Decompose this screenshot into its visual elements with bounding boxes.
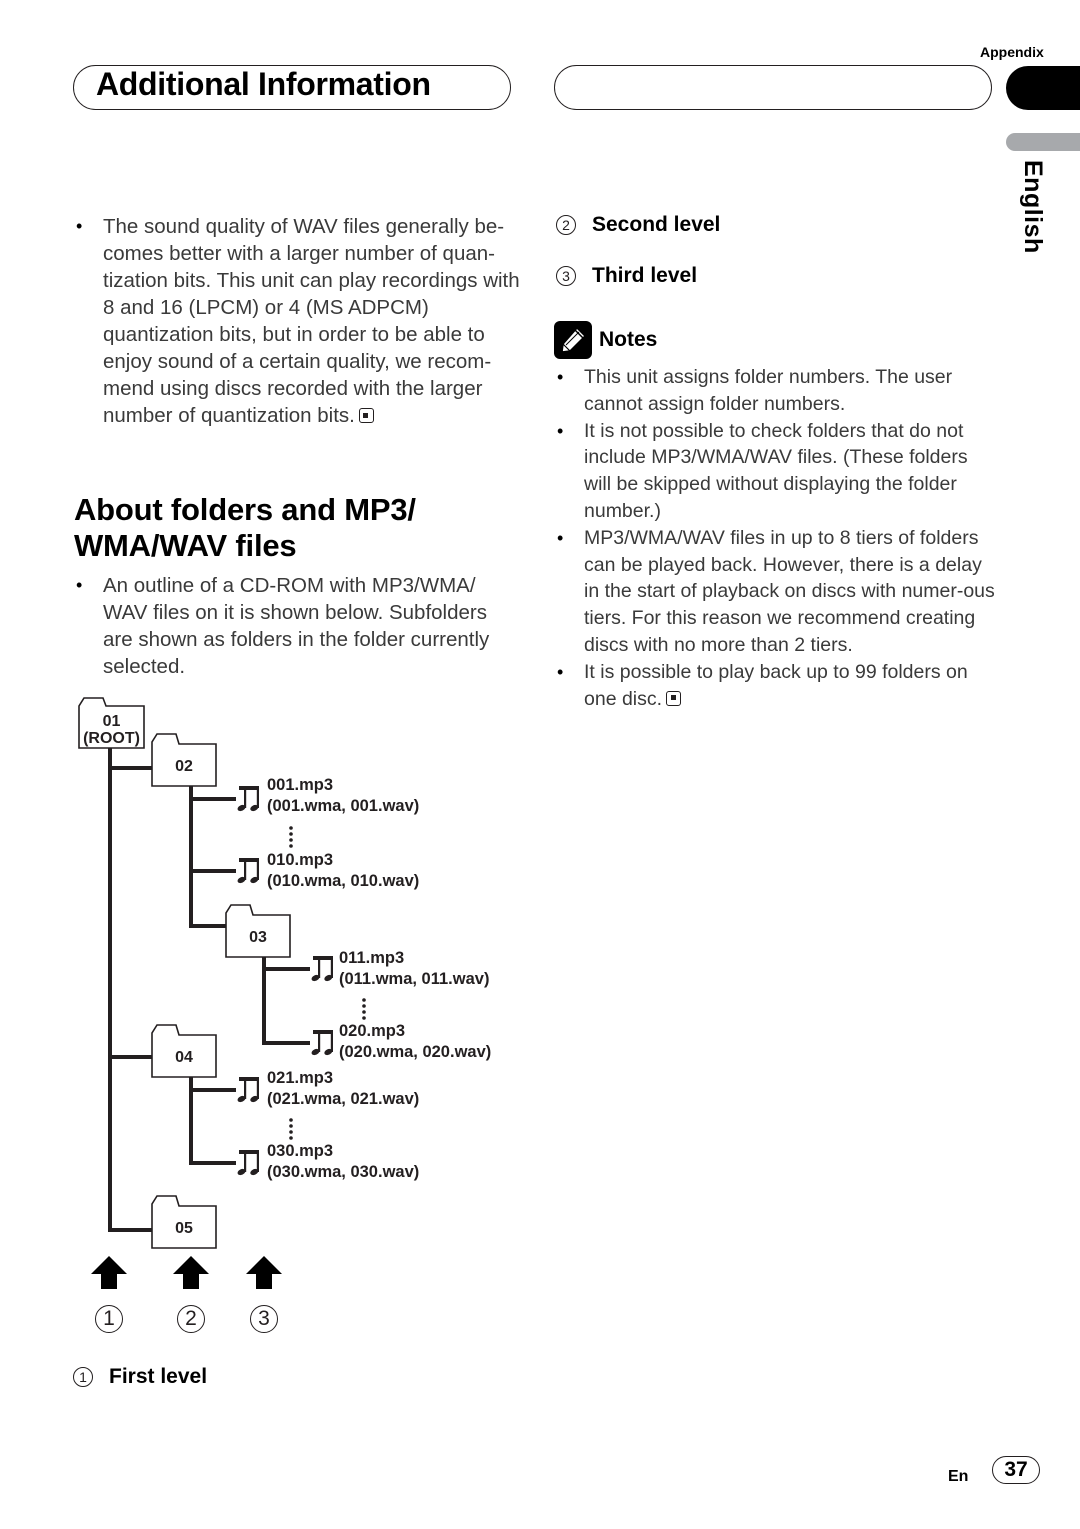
arrow-up-icon <box>91 1256 127 1289</box>
page-number-text: 37 <box>1004 1458 1028 1481</box>
section-bullet: An outline of a CD-ROM with MP3/WMA/ WAV… <box>74 572 520 680</box>
file-alt-names: (020.wma, 020.wav) <box>339 1043 492 1061</box>
intro-bullet-list: The sound quality of WAV files generally… <box>74 213 520 429</box>
arrow-up-icon <box>173 1256 209 1289</box>
notes-list: This unit assigns folder numbers. The us… <box>555 364 995 712</box>
note-item: This unit assigns folder numbers. The us… <box>555 364 995 418</box>
note-text: It is possible to play back up to 99 fol… <box>584 660 968 710</box>
folder-label-03: 03 <box>249 929 267 946</box>
page-number: 37 <box>992 1456 1040 1484</box>
file-label: 020.mp3 (020.wma, 020.wav) <box>339 1021 491 1063</box>
language-tab-label: English <box>1019 160 1047 254</box>
music-note-icon <box>310 1030 334 1057</box>
end-mark-icon <box>666 690 682 706</box>
music-note-icon <box>236 858 260 885</box>
note-item: It is possible to play back up to 99 fol… <box>555 659 995 713</box>
music-note-icon <box>310 956 334 983</box>
connector-04-trunk <box>189 1077 236 1165</box>
level-marker-number: 1 <box>103 1307 115 1330</box>
music-note-icon <box>236 1150 260 1177</box>
section-bullet-list: An outline of a CD-ROM with MP3/WMA/ WAV… <box>74 572 520 680</box>
folder-label-01: 01 (ROOT) <box>79 713 144 747</box>
music-note-icon <box>236 1077 260 1104</box>
ellipsis-icon <box>289 826 293 848</box>
section-heading: About folders and MP3/ WMA/WAV files <box>74 492 416 564</box>
legend-label: First level <box>109 1365 208 1388</box>
language-tab-marker <box>1006 133 1080 151</box>
connector-02-trunk <box>189 786 226 928</box>
notes-title: Notes <box>599 328 658 351</box>
file-alt-names: (001.wma, 001.wav) <box>267 797 420 815</box>
note-text: MP3/WMA/WAV files in up to 8 tiers of fo… <box>584 526 995 656</box>
legend-second-level: 2 Second level <box>556 213 720 237</box>
end-mark-icon <box>358 408 374 423</box>
file-label: 011.mp3 (011.wma, 011.wav) <box>339 948 489 990</box>
arrow-up-icon <box>246 1256 282 1289</box>
legend-label: Third level <box>592 264 698 287</box>
level-marker-3: 3 <box>250 1305 278 1333</box>
note-item: It is not possible to check folders that… <box>555 418 995 525</box>
notes-heading: Notes <box>554 321 657 359</box>
note-text: It is not possible to check folders that… <box>584 419 968 522</box>
folder-sub: (ROOT) <box>83 730 140 747</box>
pencil-icon <box>554 321 592 359</box>
folder-label-02: 02 <box>175 758 193 775</box>
folder-id: 01 <box>102 713 121 730</box>
note-text: This unit assigns folder numbers. The us… <box>584 366 953 415</box>
ellipsis-icon <box>289 1118 293 1140</box>
bullet-text: An outline of a CD-ROM with MP3/WMA/ WAV… <box>103 574 490 678</box>
circled-number: 2 <box>556 215 576 235</box>
header-empty-pill <box>554 65 992 110</box>
file-label: 021.mp3 (021.wma, 021.wav) <box>267 1068 419 1110</box>
level-marker-1: 1 <box>95 1305 123 1333</box>
file-name: 020.mp3 <box>339 1022 406 1040</box>
file-alt-names: (021.wma, 021.wav) <box>267 1090 420 1108</box>
intro-bullet: The sound quality of WAV files generally… <box>74 213 520 429</box>
file-name: 001.mp3 <box>267 776 334 794</box>
file-alt-names: (011.wma, 011.wav) <box>339 970 490 988</box>
note-item: MP3/WMA/WAV files in up to 8 tiers of fo… <box>555 525 995 659</box>
file-name: 010.mp3 <box>267 851 334 869</box>
file-name: 011.mp3 <box>339 949 405 967</box>
legend-label: Second level <box>592 213 721 236</box>
circled-number: 1 <box>73 1367 93 1387</box>
file-label: 010.mp3 (010.wma, 010.wav) <box>267 850 419 892</box>
section-heading-line2: WMA/WAV files <box>74 528 297 563</box>
music-note-icon <box>236 786 260 813</box>
level-marker-2: 2 <box>177 1305 205 1333</box>
section-heading-line1: About folders and MP3/ <box>74 492 416 527</box>
file-alt-names: (010.wma, 010.wav) <box>267 872 420 890</box>
level-marker-number: 3 <box>258 1307 270 1330</box>
file-label: 030.mp3 (030.wma, 030.wav) <box>267 1141 419 1183</box>
bullet-text: The sound quality of WAV files generally… <box>103 215 520 427</box>
footer-language-code: En <box>948 1468 969 1485</box>
section-header-title: Additional Information <box>96 66 431 102</box>
file-name: 021.mp3 <box>267 1069 334 1087</box>
folder-label-04: 04 <box>175 1049 193 1066</box>
folder-label-05: 05 <box>175 1220 193 1237</box>
file-name: 030.mp3 <box>267 1142 334 1160</box>
connector-03-trunk <box>262 957 310 1045</box>
circled-number: 3 <box>556 266 576 286</box>
connector-root <box>108 748 152 1232</box>
legend-third-level: 3 Third level <box>556 264 697 288</box>
appendix-label: Appendix <box>980 44 1044 60</box>
file-alt-names: (030.wma, 030.wav) <box>267 1163 420 1181</box>
level-marker-number: 2 <box>185 1307 197 1330</box>
file-label: 001.mp3 (001.wma, 001.wav) <box>267 775 419 817</box>
ellipsis-icon <box>362 998 366 1020</box>
chapter-tab <box>1006 66 1080 110</box>
legend-first-level: 1 First level <box>73 1365 207 1389</box>
